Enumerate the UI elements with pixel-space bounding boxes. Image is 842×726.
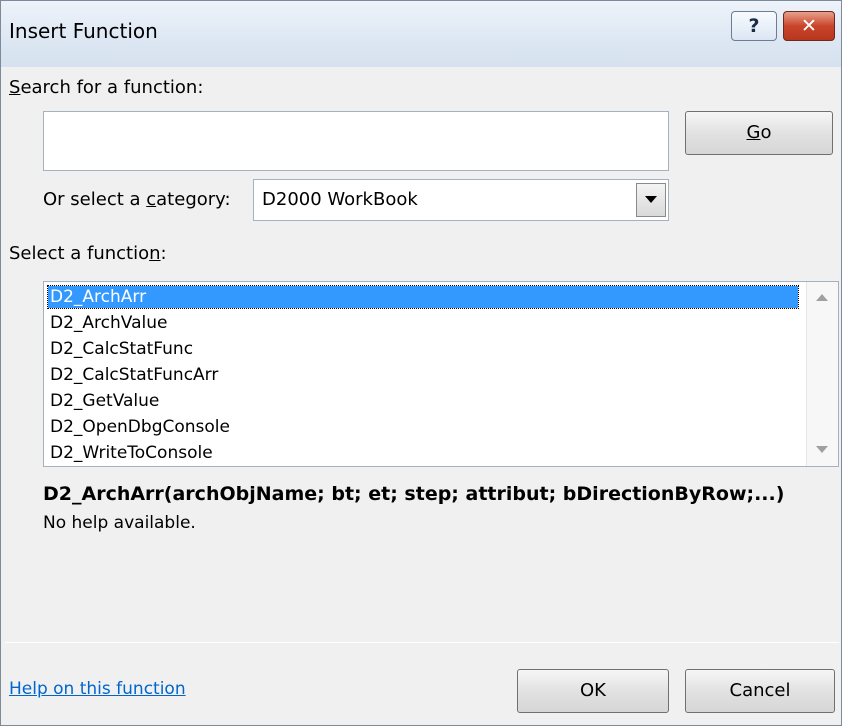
function-list-item[interactable]: D2_GetValue (48, 390, 798, 412)
category-label: Or select a category: (43, 189, 231, 210)
list-scrollbar[interactable] (806, 282, 838, 466)
search-input[interactable] (43, 111, 669, 171)
function-list-item[interactable]: D2_CalcStatFuncArr (48, 364, 798, 386)
chevron-down-icon (645, 196, 657, 203)
category-selected-value: D2000 WorkBook (262, 189, 418, 210)
scroll-down-icon[interactable] (816, 446, 828, 453)
title-bar: Insert Function ? ✕ (1, 1, 841, 67)
go-button[interactable]: Go (685, 111, 833, 155)
help-icon: ? (748, 15, 760, 37)
scroll-up-icon[interactable] (816, 294, 828, 301)
category-dropdown-button[interactable] (636, 183, 666, 217)
close-icon: ✕ (801, 15, 817, 37)
function-signature: D2_ArchArr(archObjName; bt; et; step; at… (43, 483, 785, 505)
cancel-button[interactable]: Cancel (685, 669, 835, 713)
function-list-item[interactable]: D2_ArchArr (47, 285, 799, 309)
insert-function-dialog: Insert Function ? ✕ Search for a functio… (0, 0, 842, 726)
close-button[interactable]: ✕ (783, 11, 835, 41)
search-label: Search for a function: (9, 77, 204, 98)
help-button[interactable]: ? (731, 11, 777, 41)
function-list-item[interactable]: D2_ArchValue (48, 312, 798, 334)
footer-divider (5, 642, 839, 643)
function-list-label: Select a function: (9, 243, 167, 264)
function-list-item[interactable]: D2_WriteToConsole (48, 442, 798, 464)
function-list-item[interactable]: D2_CalcStatFunc (48, 338, 798, 360)
ok-button[interactable]: OK (517, 669, 669, 713)
window-title: Insert Function (9, 19, 158, 43)
function-list-item[interactable]: D2_OpenDbgConsole (48, 416, 798, 438)
function-listbox[interactable]: D2_ArchArr D2_ArchValue D2_CalcStatFunc … (43, 281, 839, 467)
function-description: No help available. (43, 513, 196, 533)
category-select[interactable]: D2000 WorkBook (253, 179, 669, 221)
help-on-function-link[interactable]: Help on this function (9, 679, 186, 699)
